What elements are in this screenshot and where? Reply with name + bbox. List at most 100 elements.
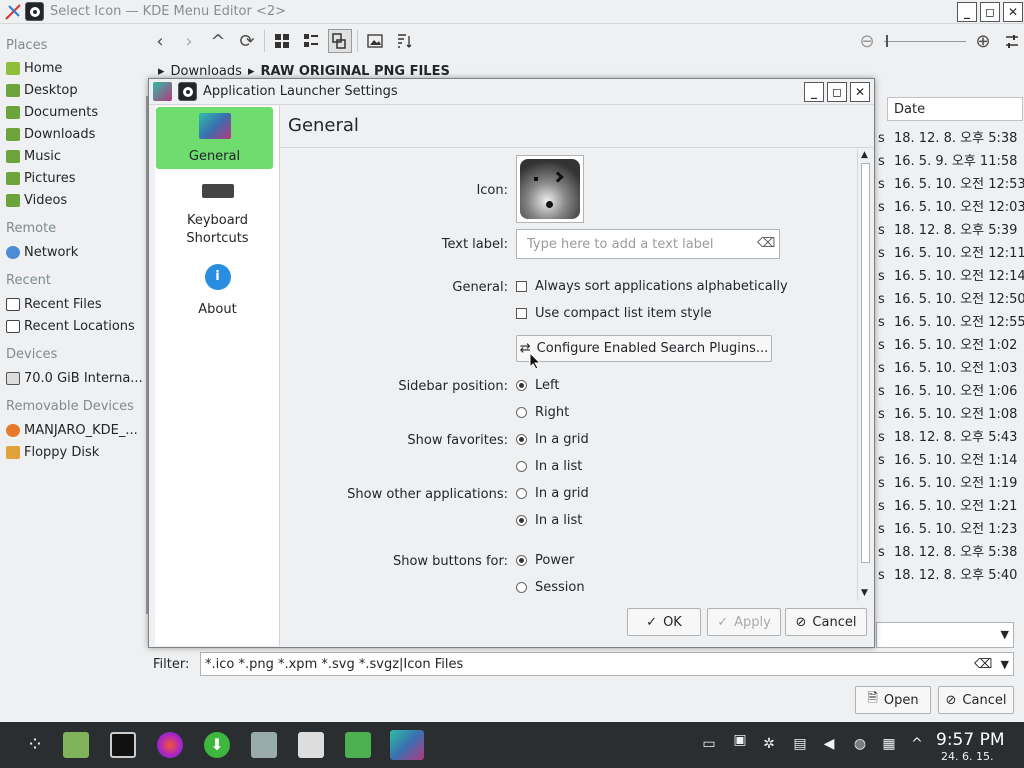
date-row[interactable]: s 18. 12. 8. 오후 5:43 [878, 426, 1024, 445]
scroll-up-icon[interactable]: ▲ [861, 150, 868, 160]
dialog-close-button[interactable]: ✕ [850, 82, 870, 102]
date-row[interactable]: s 16. 5. 10. 오전 1:08 [878, 403, 1024, 422]
date-column-header[interactable]: Date [887, 97, 1023, 121]
sidebar-item-general[interactable]: General [156, 107, 273, 169]
configure-plugins-button[interactable]: ⇄ Configure Enabled Search Plugins... [516, 335, 772, 362]
clipboard-icon[interactable]: ▣ [731, 732, 749, 750]
dialog-cancel-button[interactable]: ⊘ Cancel [785, 608, 867, 636]
folder-icon[interactable] [345, 732, 371, 758]
chevron-down-icon[interactable]: ▼ [1001, 658, 1009, 671]
date-row[interactable]: s 16. 5. 10. 오전 1:19 [878, 472, 1024, 491]
settings-scrollbar[interactable]: ▲ ▼ [857, 149, 872, 601]
sidebar-item-about[interactable]: i About [155, 264, 280, 317]
system-settings-icon[interactable] [251, 732, 277, 758]
zoom-in-icon[interactable]: ⊕ [971, 29, 995, 53]
place-downloads[interactable]: Downloads [6, 127, 95, 142]
date-row[interactable]: s 16. 5. 10. 오전 1:23 [878, 518, 1024, 537]
buttons-session-radio[interactable]: Session [516, 580, 585, 595]
up-arrow-icon[interactable]: ^ [206, 29, 230, 53]
minimize-button[interactable]: _ [957, 2, 977, 22]
date-row[interactable]: s 16. 5. 10. 오전 12:11 [878, 242, 1024, 261]
forward-arrow-icon[interactable]: › [177, 29, 201, 53]
place-pictures[interactable]: Pictures [6, 171, 75, 186]
back-arrow-icon[interactable]: ‹ [148, 29, 172, 53]
breadcrumb-current[interactable]: RAW ORIGINAL PNG FILES [260, 64, 449, 79]
dialog-maximize-button[interactable]: ◻ [827, 82, 847, 102]
clock-time[interactable]: 9:57 PM [936, 730, 1005, 750]
radio-button[interactable] [516, 461, 527, 472]
radio-button[interactable] [516, 407, 527, 418]
place-home[interactable]: Home [6, 61, 62, 76]
checkbox-box[interactable] [516, 281, 527, 292]
place-documents[interactable]: Documents [6, 105, 98, 120]
settings-sliders-icon[interactable] [1000, 29, 1024, 53]
buttons-power-radio[interactable]: Power [516, 553, 574, 568]
sort-icon[interactable] [392, 29, 416, 53]
date-row[interactable]: s 16. 5. 10. 오전 1:14 [878, 449, 1024, 468]
kde-connect-icon[interactable]: ✲ [760, 736, 778, 754]
display-icon[interactable]: ▦ [880, 736, 898, 754]
other-grid-radio[interactable]: In a grid [516, 486, 589, 501]
compact-view-icon[interactable] [299, 29, 323, 53]
place-manjaro-usb[interactable]: MANJARO_KDE_... [6, 423, 138, 438]
scrollbar-thumb[interactable] [861, 163, 870, 563]
text-label-input[interactable]: Type here to add a text label ⌫ [516, 229, 780, 259]
place-floppy[interactable]: Floppy Disk [6, 445, 99, 460]
back-cancel-button[interactable]: ⊘ Cancel [938, 686, 1014, 714]
open-button[interactable]: 🗎 Open [855, 686, 931, 714]
apply-button[interactable]: ✓ Apply [707, 608, 781, 636]
favorites-list-radio[interactable]: In a list [516, 459, 582, 474]
date-row[interactable]: s 16. 5. 10. 오전 1:03 [878, 357, 1024, 376]
close-button[interactable]: ✕ [1003, 2, 1023, 22]
radio-button[interactable] [516, 434, 527, 445]
date-row[interactable]: s 16. 5. 10. 오전 1:21 [878, 495, 1024, 514]
date-row[interactable]: s 18. 12. 8. 오후 5:38 [878, 127, 1024, 146]
date-row[interactable]: s 16. 5. 10. 오전 12:03 [878, 196, 1024, 215]
clear-text-icon[interactable]: ⌫ [974, 657, 992, 672]
date-row[interactable]: s 18. 12. 8. 오후 5:38 [878, 541, 1024, 560]
date-row[interactable]: s 18. 12. 8. 오후 5:40 [878, 564, 1024, 583]
dialog-minimize-button[interactable]: _ [804, 82, 824, 102]
notes-icon[interactable]: ▤ [791, 736, 809, 754]
reload-icon[interactable]: ⟳ [235, 29, 259, 53]
ok-button[interactable]: ✓ OK [627, 608, 701, 636]
favorites-grid-radio[interactable]: In a grid [516, 432, 589, 447]
terminal-icon[interactable] [110, 732, 136, 758]
place-recent-locations[interactable]: Recent Locations [6, 319, 135, 334]
radio-button[interactable] [516, 488, 527, 499]
app-launcher-taskbar-icon[interactable] [390, 730, 424, 760]
place-desktop[interactable]: Desktop [6, 83, 78, 98]
filter-input[interactable]: *.ico *.png *.xpm *.svg *.svgz|Icon File… [200, 652, 1014, 676]
preview-icon[interactable] [363, 29, 387, 53]
download-icon[interactable]: ⬇ [204, 732, 230, 758]
checkbox-box[interactable] [516, 308, 527, 319]
icons-view-icon[interactable] [270, 29, 294, 53]
date-row[interactable]: s 16. 5. 10. 오전 1:06 [878, 380, 1024, 399]
file-manager-app-icon[interactable] [63, 732, 89, 758]
app-menu-icon[interactable]: ⁘ [22, 732, 48, 758]
date-row[interactable]: s 16. 5. 10. 오전 12:53 [878, 173, 1024, 192]
place-internal-disk[interactable]: 70.0 GiB Interna... [6, 371, 143, 386]
radio-button[interactable] [516, 582, 527, 593]
date-row[interactable]: s 16. 5. 10. 오전 12:50 [878, 288, 1024, 307]
place-recent-files[interactable]: Recent Files [6, 297, 102, 312]
other-list-radio[interactable]: In a list [516, 513, 582, 528]
maximize-button[interactable]: ◻ [980, 2, 1000, 22]
clear-text-icon[interactable]: ⌫ [757, 236, 775, 251]
volume-muted-icon[interactable]: ◀ [820, 736, 838, 754]
place-network[interactable]: Network [6, 245, 78, 260]
zoom-out-icon[interactable]: ⊖ [855, 29, 879, 53]
kde-menu-editor-taskbar-icon[interactable] [298, 732, 324, 758]
compact-list-checkbox[interactable]: Use compact list item style [516, 306, 712, 321]
date-row[interactable]: s 18. 12. 8. 오후 5:39 [878, 219, 1024, 238]
details-view-icon[interactable] [328, 29, 352, 53]
expand-tray-icon[interactable]: ^ [908, 736, 926, 754]
place-videos[interactable]: Videos [6, 193, 67, 208]
always-sort-checkbox[interactable]: Always sort applications alphabetically [516, 279, 788, 294]
window-menu-icon[interactable] [25, 2, 44, 21]
place-music[interactable]: Music [6, 149, 61, 164]
scroll-down-icon[interactable]: ▼ [861, 588, 868, 598]
date-row[interactable]: s 16. 5. 9. 오후 11:58 [878, 150, 1024, 169]
sidebar-item-keyboard-shortcuts[interactable]: Keyboard Shortcuts [155, 184, 280, 248]
date-row[interactable]: s 16. 5. 10. 오전 1:02 [878, 334, 1024, 353]
